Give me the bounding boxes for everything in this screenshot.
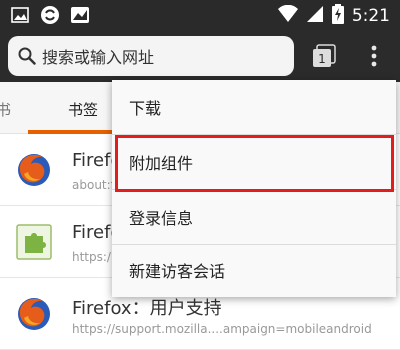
status-time: 5:21 [351, 6, 390, 26]
status-bar: 5:21 [0, 0, 400, 30]
item-title: Firefox：用户支持 [72, 298, 222, 319]
battery-charging-icon [331, 4, 344, 28]
image-icon [10, 5, 30, 25]
menu-item-logins[interactable]: 登录信息 [112, 190, 396, 244]
addon-puzzle-icon [16, 224, 52, 260]
firefox-logo-icon [16, 152, 52, 188]
item-url: https://support.mozilla....ampaign=mobil… [72, 322, 372, 336]
menu-item-guest-session[interactable]: 新建访客会话 [112, 243, 396, 297]
item-url: https:/ [72, 250, 111, 264]
search-icon [18, 47, 36, 65]
highlight-box [115, 135, 394, 192]
search-placeholder: 搜索或输入网址 [42, 48, 155, 67]
wifi-icon [277, 4, 298, 27]
menu-item-downloads[interactable]: 下载 [112, 80, 396, 134]
browser-toolbar: 搜索或输入网址 1 [0, 30, 400, 82]
tab-bookmarks-partial[interactable]: 书 [0, 99, 11, 120]
menu-item-label: 下载 [129, 99, 162, 118]
sync-icon [40, 5, 60, 25]
tab-count: 1 [318, 52, 326, 66]
overflow-menu-button[interactable] [364, 42, 384, 70]
firefox-logo-icon [16, 296, 52, 332]
menu-item-label: 登录信息 [129, 209, 194, 228]
more-vertical-icon [371, 45, 377, 67]
photo-icon [70, 5, 90, 25]
tabs-button[interactable]: 1 [312, 44, 336, 68]
item-url: about:f [72, 178, 115, 192]
menu-item-label: 新建访客会话 [129, 262, 226, 281]
url-bar[interactable]: 搜索或输入网址 [8, 36, 294, 76]
tab-bookmarks[interactable]: 书签 [68, 99, 98, 120]
cellular-icon [306, 5, 324, 27]
